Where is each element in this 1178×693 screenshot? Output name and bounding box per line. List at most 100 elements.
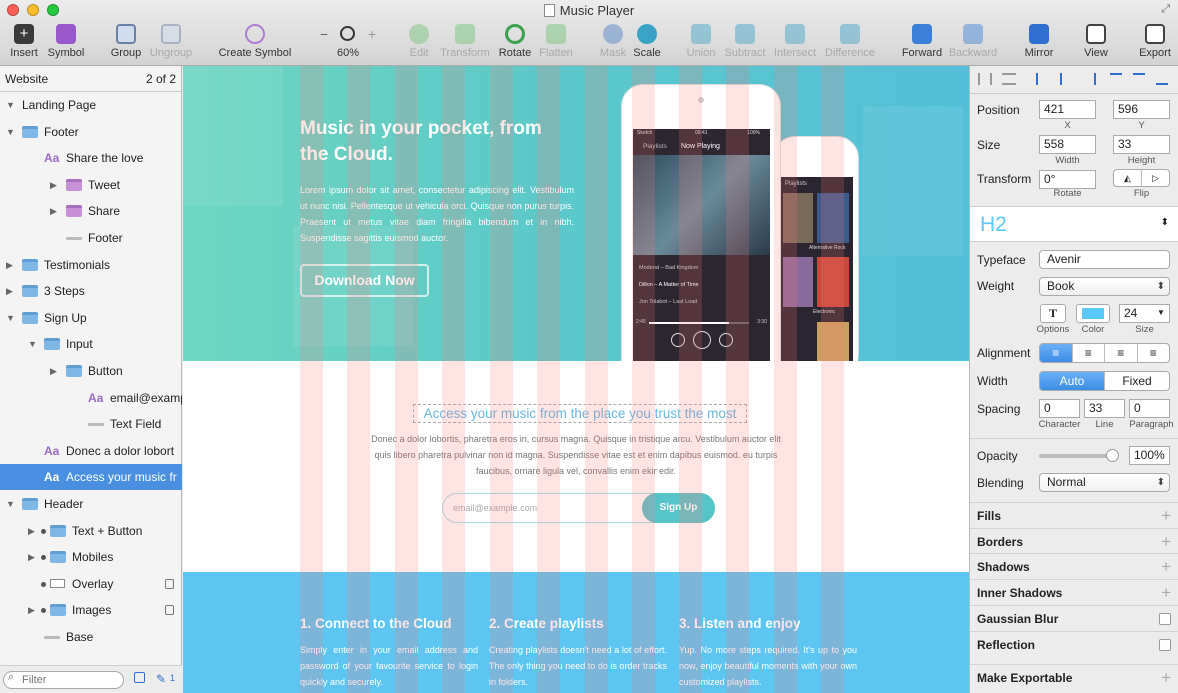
align-left-icon[interactable] (1036, 73, 1048, 85)
flip-horizontal-icon[interactable]: ◭ (1114, 170, 1142, 186)
layer-row[interactable]: Aa Share the love (0, 145, 182, 171)
symbol-button[interactable]: Symbol (45, 22, 87, 62)
align-middle-icon[interactable] (1133, 73, 1145, 85)
create-symbol-button[interactable]: Create Symbol (217, 22, 293, 62)
checkbox-icon[interactable] (1159, 613, 1171, 625)
checkbox-icon[interactable] (1159, 639, 1171, 651)
disclosure-open-icon[interactable]: ▼ (6, 491, 15, 517)
inspector-section[interactable]: Gaussian Blur (970, 605, 1178, 631)
text-color-well[interactable] (1076, 304, 1110, 323)
layer-row[interactable]: Aa email@example... (0, 385, 182, 411)
canvas[interactable]: Music in your pocket, from the Cloud. Lo… (183, 66, 969, 693)
layer-row[interactable]: Aa Donec a dolor lobort (0, 438, 182, 464)
layer-row[interactable]: ▼ Header (0, 491, 182, 517)
zoom-in-button[interactable]: + (368, 26, 376, 42)
disclosure-closed-icon[interactable]: ▶ (50, 198, 57, 224)
opacity-slider-knob[interactable] (1106, 449, 1119, 462)
layer-row[interactable]: ▶ Button (0, 358, 182, 384)
view-button[interactable]: View (1078, 22, 1114, 62)
layer-row[interactable]: Footer (0, 225, 182, 251)
flatten-button[interactable]: Flatten (536, 22, 576, 62)
layer-row[interactable]: Overlay (0, 571, 182, 597)
layer-row[interactable]: ▶ Images (0, 597, 182, 623)
opacity-slider[interactable] (1039, 449, 1119, 462)
disclosure-closed-icon[interactable]: ▶ (6, 278, 13, 304)
font-size-dropdown-icon[interactable]: ▼ (1157, 308, 1165, 317)
backward-button[interactable]: Backward (948, 22, 998, 62)
layer-row[interactable]: ▼ Footer (0, 119, 182, 145)
text-style-selector[interactable]: H2 ⬍ (970, 206, 1178, 242)
disclosure-closed-icon[interactable]: ▶ (50, 358, 57, 384)
align-text-center-icon[interactable]: ≡ (1073, 344, 1105, 362)
plus-icon[interactable]: + (1161, 554, 1171, 580)
plus-icon[interactable]: + (1161, 580, 1171, 606)
align-text-justify-icon[interactable]: ≡ (1138, 344, 1170, 362)
fullscreen-icon[interactable]: ⤢ (1161, 3, 1170, 16)
disclosure-closed-icon[interactable]: ▶ (28, 544, 35, 570)
hero-title[interactable]: Music in your pocket, from the Cloud. (300, 116, 570, 168)
opacity-field[interactable]: 100% (1129, 446, 1170, 465)
symbols-filter-icon[interactable] (134, 672, 145, 683)
layer-row[interactable]: Text Field (0, 411, 182, 437)
align-top-icon[interactable] (1110, 73, 1122, 85)
layer-row[interactable]: ▶ Tweet (0, 172, 182, 198)
align-bottom-icon[interactable] (1156, 73, 1168, 85)
layer-row[interactable]: Aa Access your music fr (0, 464, 182, 491)
inspector-section[interactable]: Fills + (970, 502, 1178, 528)
inspector-section[interactable]: Borders + (970, 528, 1178, 554)
union-button[interactable]: Union (684, 22, 718, 62)
align-text-left-icon[interactable]: ≡ (1040, 344, 1073, 362)
layer-row[interactable]: ▶ Share (0, 198, 182, 224)
insert-button[interactable]: + Insert (5, 22, 43, 62)
edit-button[interactable]: Edit (404, 22, 434, 62)
line-spacing-field[interactable]: 33 (1084, 399, 1125, 418)
lock-icon[interactable] (165, 578, 174, 589)
layer-row[interactable]: Base (0, 624, 182, 650)
disclosure-closed-icon[interactable]: ▶ (28, 597, 35, 623)
weight-select[interactable]: Book (1039, 277, 1170, 296)
blending-select[interactable]: Normal (1039, 473, 1170, 492)
text-alignment-control[interactable]: ≡ ≡ ≡ ≡ (1039, 343, 1170, 363)
width-fixed-option[interactable]: Fixed (1105, 372, 1169, 390)
width-field[interactable]: 558 (1039, 135, 1096, 154)
plus-icon[interactable]: + (1161, 529, 1171, 555)
inspector-section[interactable]: Inner Shadows + (970, 579, 1178, 605)
flip-control[interactable]: ◭ ▷ (1113, 169, 1170, 187)
scale-button[interactable]: Scale (631, 22, 663, 62)
rotate-field[interactable]: 0° (1039, 170, 1096, 189)
transform-button[interactable]: Transform (438, 22, 492, 62)
lock-icon[interactable] (165, 605, 174, 616)
make-exportable-section[interactable]: Make Exportable + (970, 664, 1178, 690)
align-text-right-icon[interactable]: ≡ (1105, 344, 1138, 362)
mask-button[interactable]: Mask (596, 22, 630, 62)
paragraph-spacing-field[interactable]: 0 (1129, 399, 1170, 418)
layer-row[interactable]: ▼ Landing Page (0, 92, 182, 118)
disclosure-open-icon[interactable]: ▼ (6, 305, 15, 331)
disclosure-open-icon[interactable]: ▼ (28, 331, 37, 357)
difference-button[interactable]: Difference (823, 22, 877, 62)
page-selector[interactable]: Website 2 of 2 (0, 66, 181, 92)
text-options-button[interactable]: T (1040, 304, 1066, 323)
plus-icon[interactable]: + (1161, 503, 1171, 529)
disclosure-closed-icon[interactable]: ▶ (50, 172, 57, 198)
zoom-out-button[interactable]: − (320, 26, 328, 42)
filter-input[interactable] (3, 671, 124, 689)
group-button[interactable]: Group (107, 22, 145, 62)
layer-row[interactable]: ▼ Input (0, 331, 182, 357)
layer-row[interactable]: ▶ 3 Steps (0, 278, 182, 304)
position-x-field[interactable]: 421 (1039, 100, 1096, 119)
subtract-button[interactable]: Subtract (722, 22, 768, 62)
inspector-section[interactable]: Shadows + (970, 553, 1178, 579)
disclosure-open-icon[interactable]: ▼ (6, 92, 15, 118)
width-mode-control[interactable]: Auto Fixed (1039, 371, 1170, 391)
distribute-horizontal-icon[interactable] (978, 73, 992, 85)
width-auto-option[interactable]: Auto (1040, 372, 1105, 390)
disclosure-open-icon[interactable]: ▼ (6, 119, 15, 145)
disclosure-closed-icon[interactable]: ▶ (6, 252, 13, 278)
layer-row[interactable]: ▶ Mobiles (0, 544, 182, 570)
rotate-button[interactable]: Rotate (497, 22, 533, 62)
layer-row[interactable]: ▼ Sign Up (0, 305, 182, 331)
align-right-icon[interactable] (1084, 73, 1096, 85)
forward-button[interactable]: Forward (900, 22, 944, 62)
align-center-icon[interactable] (1060, 73, 1072, 85)
